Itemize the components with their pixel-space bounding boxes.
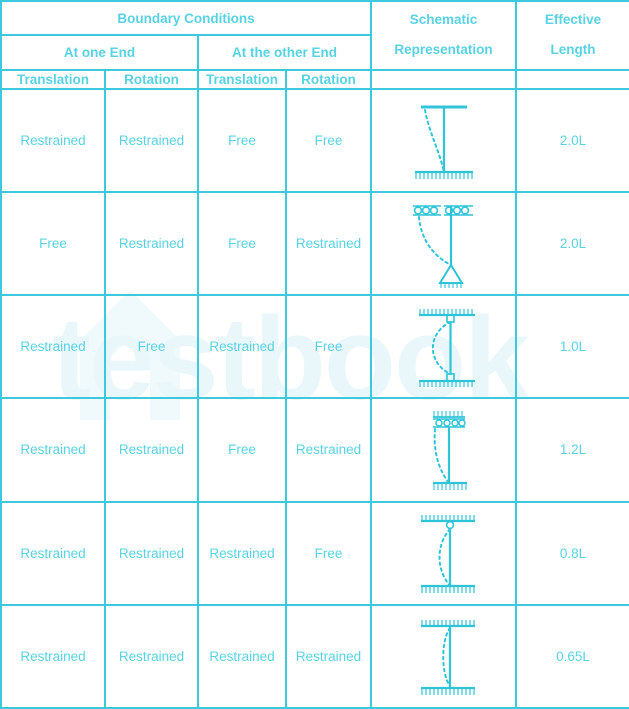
cell-other-end-rotation: Free — [285, 87, 372, 193]
schematic-fixed-base-free-top-guide-icon — [414, 105, 473, 180]
cell-one-end-translation: Restrained — [0, 294, 106, 400]
table-row: Restrained Restrained Free Restrained 1.… — [0, 397, 629, 503]
cell-one-end-rotation: Restrained — [104, 603, 199, 709]
cell-other-end-translation: Restrained — [197, 500, 287, 606]
table-row: Restrained Free Restrained Free 1.0L — [0, 294, 629, 400]
header-schematic-representation: Schematic Representation — [370, 0, 517, 71]
schematic-guided-top-fixed-bottom-icon — [432, 410, 467, 490]
header-other-end-rotation: Rotation — [285, 68, 372, 90]
cell-one-end-rotation: Restrained — [104, 500, 199, 606]
header-effective-line-1: Effective — [544, 12, 602, 28]
cell-effective-length: 1.2L — [515, 397, 629, 503]
cell-one-end-translation: Restrained — [0, 87, 106, 193]
table-row: Free Restrained Free Restrained 2.0L — [0, 190, 629, 297]
table-row: Restrained Restrained Free Free 2.0L — [0, 87, 629, 193]
table-row: Restrained Restrained Restrained Restrai… — [0, 603, 629, 709]
cell-other-end-translation: Free — [197, 397, 287, 503]
cell-other-end-translation: Free — [197, 87, 287, 193]
header-row-1: Boundary Conditions Schematic Representa… — [0, 0, 629, 71]
header-row-3: Translation Rotation Translation Rotatio… — [0, 68, 629, 90]
header-schematic-line-1: Schematic — [409, 12, 478, 28]
cell-schematic — [370, 603, 517, 709]
table-row: Restrained Restrained Restrained Free 0.… — [0, 500, 629, 606]
header-effective-length: Effective Length — [515, 0, 629, 71]
cell-schematic — [370, 190, 517, 297]
cell-one-end-rotation: Restrained — [104, 397, 199, 503]
header-other-end-translation: Translation — [197, 68, 287, 90]
cell-schematic — [370, 294, 517, 400]
cell-other-end-translation: Restrained — [197, 603, 287, 709]
schematic-fixed-both-ends-icon — [420, 620, 475, 696]
cell-schematic — [370, 87, 517, 193]
effective-length-table: Boundary Conditions Schematic Representa… — [0, 0, 629, 709]
cell-one-end-rotation: Free — [104, 294, 199, 400]
cell-one-end-translation: Restrained — [0, 603, 106, 709]
cell-one-end-translation: Restrained — [0, 500, 106, 606]
cell-schematic — [370, 500, 517, 606]
cell-other-end-rotation: Free — [285, 500, 372, 606]
header-effective-line-2: Length — [550, 42, 596, 58]
header-schematic-line-2: Representation — [394, 42, 493, 58]
cell-other-end-translation: Restrained — [197, 294, 287, 400]
cell-one-end-rotation: Restrained — [104, 190, 199, 297]
schematic-pin-top-fixed-bottom-icon — [420, 515, 475, 594]
cell-other-end-translation: Free — [197, 190, 287, 297]
cell-other-end-rotation: Restrained — [285, 397, 372, 503]
schematic-pinned-both-ends-icon — [418, 308, 475, 387]
cell-one-end-rotation: Restrained — [104, 87, 199, 193]
header-effective-length-spacer — [515, 68, 629, 90]
schematic-roller-top-pin-bottom-icon — [412, 205, 473, 289]
header-at-the-other-end: At the other End — [197, 34, 372, 71]
header-at-one-end: At one End — [0, 34, 199, 71]
cell-one-end-translation: Free — [0, 190, 106, 297]
cell-schematic — [370, 397, 517, 503]
header-one-end-rotation: Rotation — [104, 68, 199, 90]
header-schematic-spacer — [370, 68, 517, 90]
cell-effective-length: 2.0L — [515, 87, 629, 193]
header-boundary-conditions: Boundary Conditions — [0, 0, 372, 37]
cell-effective-length: 0.65L — [515, 603, 629, 709]
cell-other-end-rotation: Restrained — [285, 603, 372, 709]
header-one-end-translation: Translation — [0, 68, 106, 90]
cell-other-end-rotation: Restrained — [285, 190, 372, 297]
cell-other-end-rotation: Free — [285, 294, 372, 400]
cell-one-end-translation: Restrained — [0, 397, 106, 503]
cell-effective-length: 2.0L — [515, 190, 629, 297]
cell-effective-length: 0.8L — [515, 500, 629, 606]
cell-effective-length: 1.0L — [515, 294, 629, 400]
